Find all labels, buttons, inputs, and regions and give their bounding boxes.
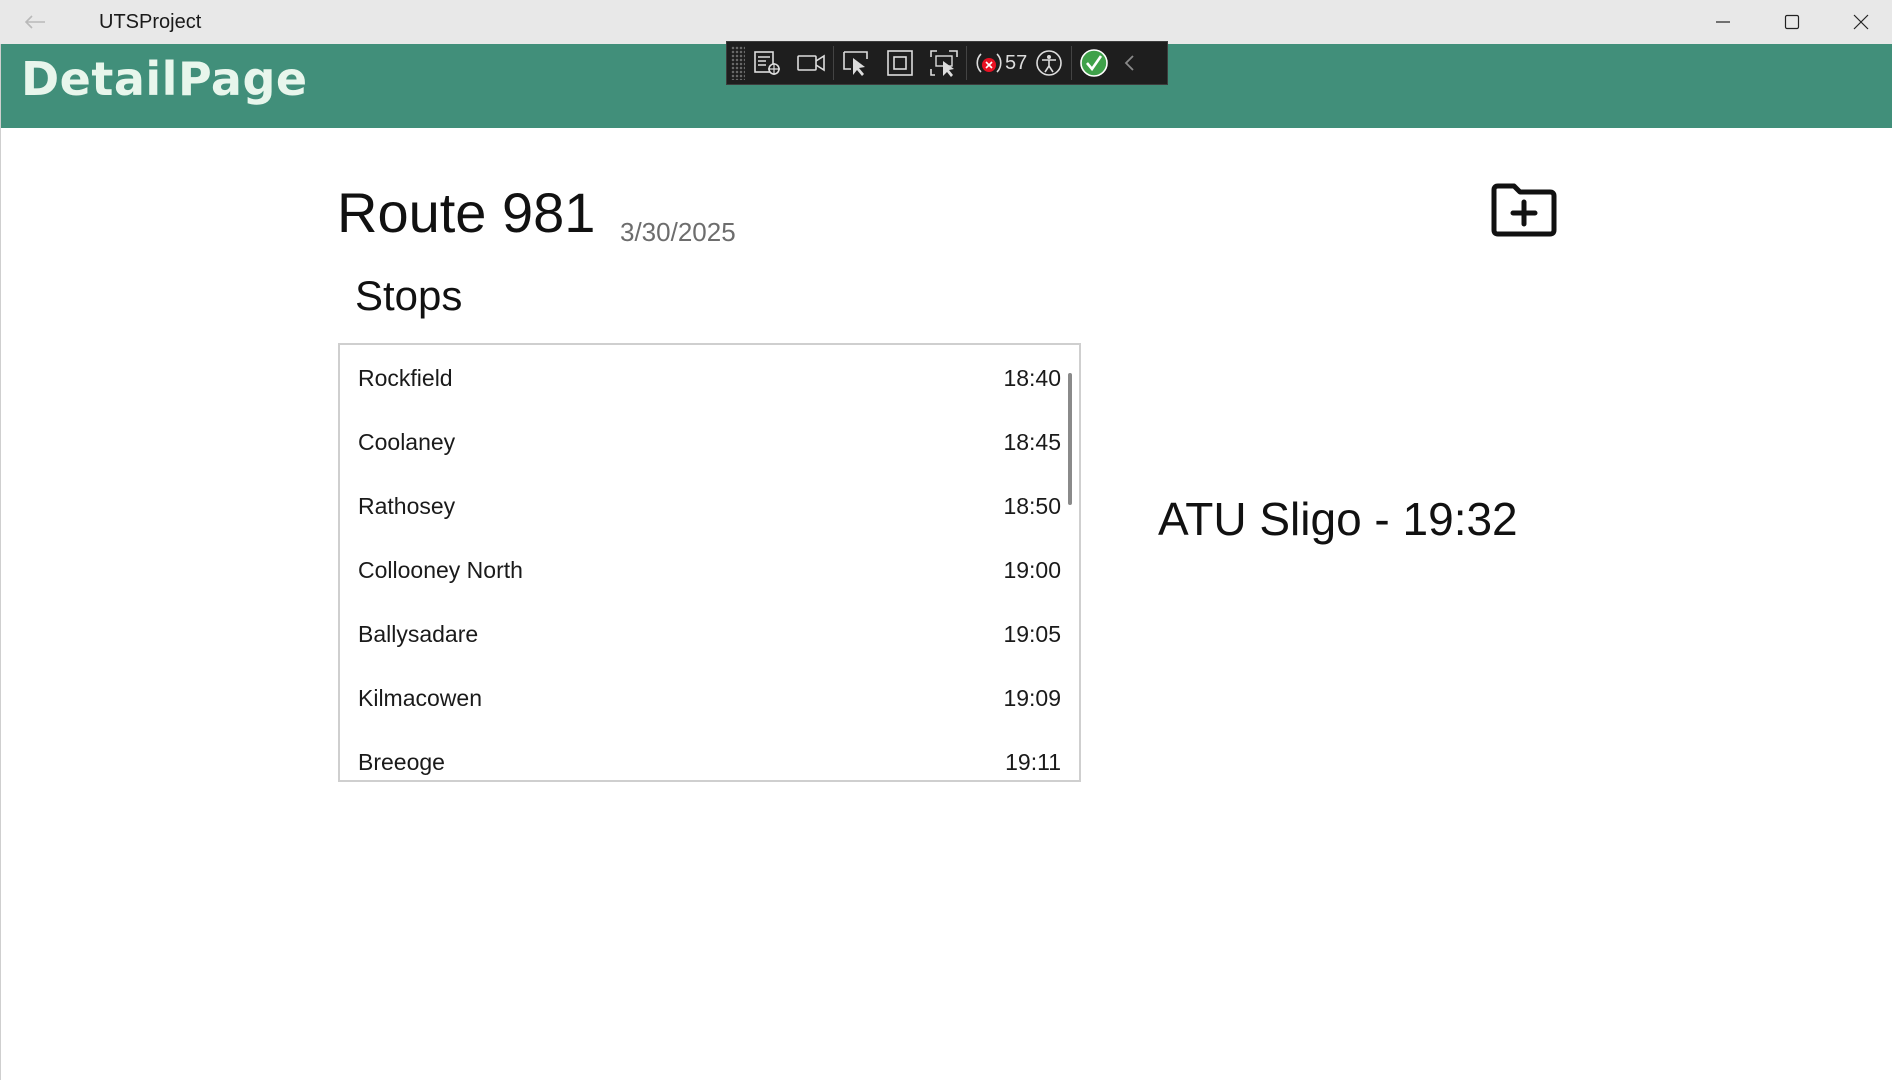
page-title: DetailPage [21,52,308,106]
stops-heading: Stops [355,272,463,319]
debug-toolbar: 57 [726,41,1168,85]
stop-time: 19:00 [1003,557,1061,583]
stop-name: Coolaney [358,429,456,455]
accessibility-button[interactable] [1027,43,1071,83]
video-icon [797,54,825,72]
hot-reload-status[interactable] [1072,43,1116,83]
stop-name: Ballysadare [358,621,479,647]
drag-handle[interactable] [731,46,745,80]
accessibility-icon [1036,50,1063,76]
folder-add-icon [1491,183,1557,237]
stop-time: 18:45 [1003,429,1061,455]
stop-item[interactable]: Collooney North 19:00 [340,538,1079,602]
display-layout-adorners-icon [887,50,913,76]
select-element-icon [843,51,868,76]
track-focus-icon [930,50,958,77]
binding-failures-button[interactable]: 57 [967,43,1027,83]
scrollbar-thumb[interactable] [1068,373,1072,505]
stop-name: Collooney North [358,557,523,583]
stops-list[interactable]: Rockfield 18:40 Coolaney 18:45 Rathosey … [338,343,1081,782]
collapse-toolbar-button[interactable] [1116,43,1142,83]
binding-failures-count: 57 [1005,51,1028,74]
stop-time: 18:40 [1003,365,1061,391]
select-element-button[interactable] [834,43,878,83]
maximize-button[interactable] [1757,0,1827,44]
app-title: UTSProject [99,11,202,33]
stop-item[interactable]: Breeoge 19:11 [340,730,1079,780]
collapse-chevron-icon [1124,55,1134,71]
close-icon [1853,14,1869,30]
route-date: 3/30/2025 [620,217,736,247]
stop-item[interactable]: Rockfield 18:40 [340,346,1079,410]
stop-time: 18:50 [1003,493,1061,519]
back-button[interactable] [0,0,70,44]
stop-name: Kilmacowen [358,685,482,711]
stop-item[interactable]: Ballysadare 19:05 [340,602,1079,666]
stop-time: 19:11 [1005,749,1061,775]
live-visual-tree-button[interactable] [745,43,789,83]
window-border [0,128,1,1080]
stop-item[interactable]: Kilmacowen 19:09 [340,666,1079,730]
live-visual-tree-icon [754,51,780,75]
stop-item[interactable]: Coolaney 18:45 [340,410,1079,474]
hot-reload-check-icon [1080,49,1109,77]
stop-item[interactable]: Rathosey 18:50 [340,474,1079,538]
track-focus-button[interactable] [922,43,966,83]
stop-time: 19:09 [1003,685,1061,711]
route-title: Route 981 [337,181,596,244]
stop-time: 19:05 [1003,621,1061,647]
record-button[interactable] [789,43,833,83]
destination-label: ATU Sligo - 19:32 [1158,493,1518,545]
minimize-button[interactable] [1688,0,1758,44]
stop-name: Rockfield [358,365,453,391]
stop-name: Breeoge [358,749,445,775]
minimize-icon [1716,21,1730,23]
layout-adorners-button[interactable] [878,43,922,83]
stop-name: Rathosey [358,493,456,519]
close-button[interactable] [1826,0,1892,44]
add-to-folder-button[interactable] [1488,180,1560,244]
binding-failures-icon [976,53,1002,73]
title-bar: UTSProject [0,0,1892,44]
arrow-left-icon [24,15,45,29]
maximize-icon [1784,14,1800,30]
